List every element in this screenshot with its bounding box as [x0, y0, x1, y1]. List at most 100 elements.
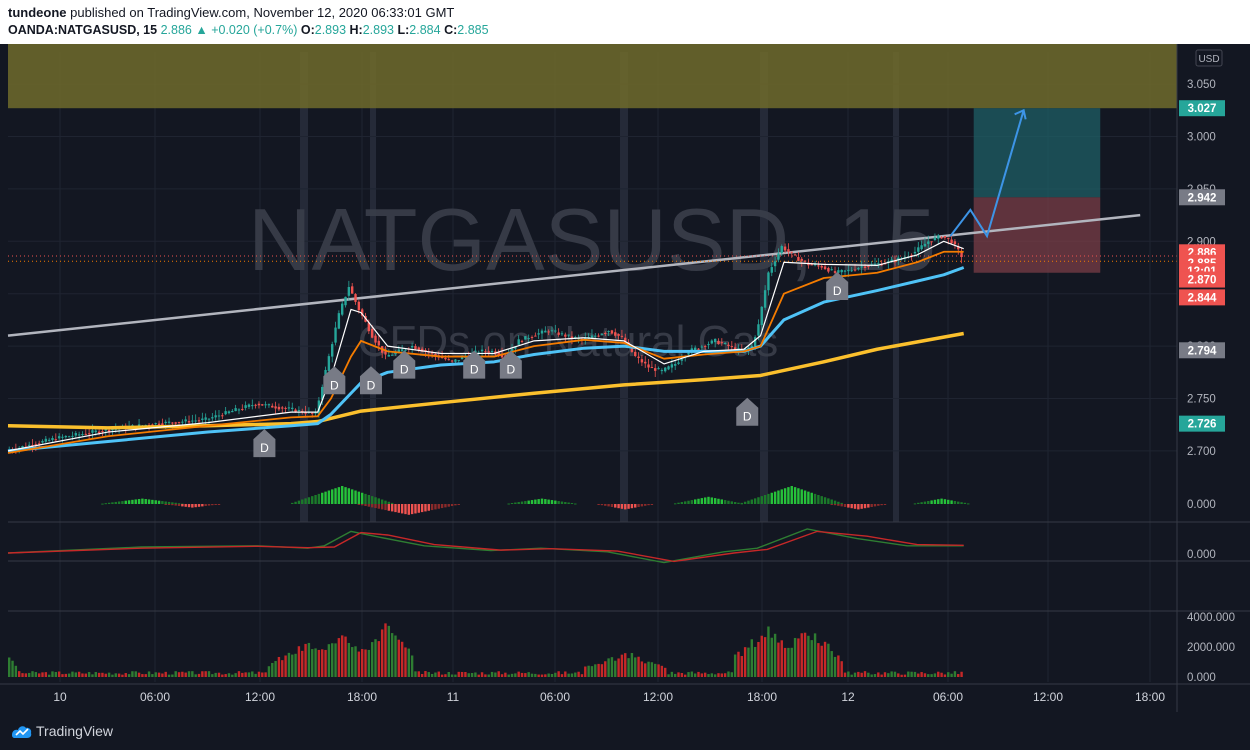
oscillator-bar: [823, 497, 827, 504]
tradingview-logo-icon[interactable]: [10, 722, 34, 740]
volume-bar: [930, 674, 933, 677]
oscillator-bar: [134, 499, 137, 504]
volume-bar: [587, 665, 590, 677]
volume-bar: [727, 671, 730, 677]
candle-body: [237, 409, 241, 411]
volume-bar: [544, 674, 547, 677]
currency-label: USD: [1198, 54, 1219, 65]
candle-body: [560, 333, 564, 335]
oscillator-bar: [570, 503, 574, 505]
volume-bar: [201, 671, 204, 677]
oscillator-bar: [147, 499, 151, 504]
volume-bar: [151, 674, 154, 677]
volume-bar: [274, 660, 277, 677]
volume-bar: [717, 673, 720, 677]
volume-bar: [843, 672, 847, 677]
volume-bar: [77, 671, 81, 677]
up-arrow-icon: ▲: [195, 23, 208, 37]
oscillator-bar: [387, 501, 391, 504]
volume-bar: [284, 655, 287, 677]
volume-bar: [887, 673, 890, 677]
time-axis-tick: 06:00: [540, 690, 570, 704]
publish-header: tundeone published on TradingView.com, N…: [0, 0, 1250, 44]
oscillator-bar: [680, 502, 684, 504]
volume-bar: [444, 674, 447, 677]
oscillator-bar: [547, 499, 550, 504]
volume-bar: [397, 639, 401, 677]
volume-bar: [464, 671, 467, 677]
candle-body: [370, 329, 374, 338]
candle-body: [867, 265, 870, 267]
volume-bar: [873, 674, 877, 677]
tradingview-brand[interactable]: TradingView: [36, 723, 113, 739]
volume-bar: [101, 672, 104, 677]
volume-bar: [191, 671, 194, 677]
oscillator-bar: [167, 501, 171, 504]
volume-bar: [540, 674, 544, 677]
volume-bar: [327, 644, 331, 677]
oscillator-bar: [137, 499, 141, 504]
oscillator-bar: [317, 493, 321, 504]
candle-body: [930, 241, 933, 243]
volume-bar: [34, 672, 38, 677]
oscillator-bar: [404, 504, 407, 515]
candle-body: [810, 264, 813, 266]
volume-bar: [480, 672, 484, 677]
volume-bar: [430, 673, 434, 677]
candle-body: [261, 404, 264, 406]
candle-body: [524, 336, 527, 340]
oscillator-bar: [880, 504, 883, 506]
oscillator-bar: [957, 501, 960, 504]
oscillator-bar: [304, 498, 307, 504]
author-name[interactable]: tundeone: [8, 5, 67, 20]
candle-body: [374, 335, 377, 343]
candle-body: [830, 269, 833, 271]
volume-bar: [174, 671, 177, 677]
volume-bar: [517, 671, 520, 677]
candle-body: [950, 239, 953, 244]
candle-body: [763, 290, 767, 308]
chart-canvas[interactable]: NATGASUSD, 15CFDs on Natural GasDD DD D DDD…: [0, 44, 1250, 712]
oscillator-bar: [510, 503, 514, 505]
volume-bar: [720, 673, 724, 677]
volume-bar: [454, 674, 457, 677]
target-zone[interactable]: [973, 108, 1101, 198]
oscillator-bar: [763, 495, 767, 504]
volume-bar: [427, 672, 430, 677]
oscillator-bar: [803, 490, 807, 504]
volume-bar: [311, 649, 314, 677]
close-label: C:: [444, 23, 458, 37]
symbol-label[interactable]: OANDA:NATGASUSD, 15: [8, 23, 157, 37]
volume-bar: [417, 671, 420, 677]
candle-body: [347, 287, 351, 296]
oscillator-bar: [101, 503, 104, 505]
candle-body: [800, 258, 803, 261]
volume-bar: [950, 673, 953, 677]
supply-zone[interactable]: [8, 44, 1177, 109]
volume-axis-tick: 0.000: [1187, 672, 1216, 684]
oscillator-bar: [840, 502, 843, 504]
volume-bar: [61, 674, 64, 677]
candle-body: [727, 344, 730, 347]
volume-bar: [574, 672, 577, 677]
volume-bar: [434, 672, 437, 677]
volume-bar: [224, 674, 227, 677]
candle-body: [281, 407, 284, 409]
volume-bar: [937, 671, 940, 677]
oscillator-bar: [627, 504, 630, 509]
volume-bar: [530, 673, 534, 677]
volume-bar: [627, 658, 630, 677]
candle-body: [187, 421, 191, 423]
volume-bar: [257, 671, 261, 677]
candle-body: [81, 434, 84, 436]
volume-bar: [281, 660, 284, 677]
oscillator-bar: [863, 504, 867, 509]
high-value: 2.893: [362, 23, 394, 37]
candle-body: [450, 360, 454, 362]
volume-bar: [550, 673, 554, 677]
candle-body: [857, 268, 860, 270]
candle-body: [61, 436, 64, 438]
volume-bar: [730, 672, 734, 677]
volume-bar: [737, 651, 740, 677]
volume-bar: [577, 671, 580, 677]
